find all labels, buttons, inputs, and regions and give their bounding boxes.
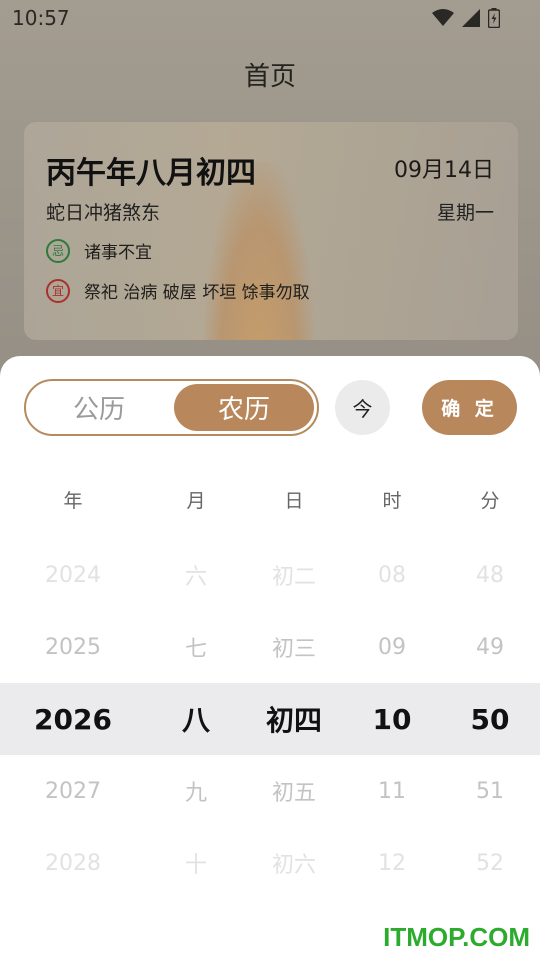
cell-signal-icon: [462, 9, 480, 27]
minute-option-selected[interactable]: 50: [440, 683, 540, 755]
status-icons: [432, 8, 500, 28]
hour-wheel[interactable]: 08 09 10 11 12: [342, 539, 442, 899]
ji-row: 忌 诸事不宜: [46, 238, 152, 263]
yi-text: 祭祀 治病 破屋 坏垣 馀事勿取: [84, 283, 310, 303]
minute-header: 分: [480, 490, 500, 512]
minute-option[interactable]: 48: [440, 539, 540, 611]
hour-header: 时: [382, 490, 402, 512]
year-option[interactable]: 2027: [23, 755, 123, 827]
solar-date: 09月14日: [394, 158, 494, 183]
status-time: 10:57: [12, 6, 70, 30]
column-headers: 年 月 日 时 分: [0, 486, 540, 516]
hour-option[interactable]: 08: [342, 539, 442, 611]
month-option-selected[interactable]: 八: [146, 683, 246, 755]
battery-icon: [488, 8, 500, 28]
year-option[interactable]: 2028: [23, 827, 123, 899]
today-button[interactable]: 今: [335, 380, 390, 435]
month-option[interactable]: 七: [146, 611, 246, 683]
minute-wheel[interactable]: 48 49 50 51 52: [440, 539, 540, 899]
solar-calendar-tab[interactable]: 公历: [29, 384, 169, 431]
day-wheel[interactable]: 初二 初三 初四 初五 初六: [244, 539, 344, 899]
yi-badge-icon: 宜: [46, 278, 70, 303]
day-option[interactable]: 初五: [244, 755, 344, 827]
year-header: 年: [63, 490, 83, 512]
hour-option-selected[interactable]: 10: [342, 683, 442, 755]
minute-option[interactable]: 49: [440, 611, 540, 683]
hour-option[interactable]: 12: [342, 827, 442, 899]
minute-option[interactable]: 52: [440, 827, 540, 899]
almanac-card[interactable]: 丙午年八月初四 09月14日 蛇日冲猪煞东 星期一 忌 诸事不宜 宜 祭祀 治病…: [24, 122, 518, 340]
day-option[interactable]: 初三: [244, 611, 344, 683]
status-bar: 10:57: [0, 0, 540, 36]
year-option[interactable]: 2024: [23, 539, 123, 611]
ji-text: 诸事不宜: [84, 243, 152, 263]
minute-option[interactable]: 51: [440, 755, 540, 827]
year-wheel[interactable]: 2024 2025 2026 2027 2028: [23, 539, 123, 899]
month-option[interactable]: 六: [146, 539, 246, 611]
month-option[interactable]: 十: [146, 827, 246, 899]
ganzhi-text: 蛇日冲猪煞东: [46, 202, 161, 224]
ji-badge-icon: 忌: [46, 238, 70, 263]
watermark: ITMOP.COM: [383, 922, 530, 952]
lunar-calendar-tab[interactable]: 农历: [174, 384, 314, 431]
day-option[interactable]: 初二: [244, 539, 344, 611]
day-header: 日: [284, 490, 304, 512]
month-header: 月: [186, 490, 206, 512]
hour-option[interactable]: 09: [342, 611, 442, 683]
wifi-icon: [432, 9, 454, 26]
day-option[interactable]: 初六: [244, 827, 344, 899]
confirm-button[interactable]: 确 定: [422, 380, 517, 435]
wheel-picker: 2024 2025 2026 2027 2028 六 七 八 九 十 初二 初三…: [0, 539, 540, 899]
page-title: 首页: [243, 62, 296, 92]
month-option[interactable]: 九: [146, 755, 246, 827]
year-option-selected[interactable]: 2026: [23, 683, 123, 755]
month-wheel[interactable]: 六 七 八 九 十: [146, 539, 246, 899]
lunar-date: 丙午年八月初四: [46, 156, 256, 191]
calendar-type-toggle: 公历 农历: [24, 379, 319, 436]
date-picker-sheet: 公历 农历 今 确 定 年 月 日 时 分 2024 2025 2026 202…: [0, 356, 540, 960]
day-option-selected[interactable]: 初四: [244, 683, 344, 755]
yi-row: 宜 祭祀 治病 破屋 坏垣 馀事勿取: [46, 278, 310, 303]
weekday: 星期一: [436, 202, 494, 224]
hour-option[interactable]: 11: [342, 755, 442, 827]
year-option[interactable]: 2025: [23, 611, 123, 683]
